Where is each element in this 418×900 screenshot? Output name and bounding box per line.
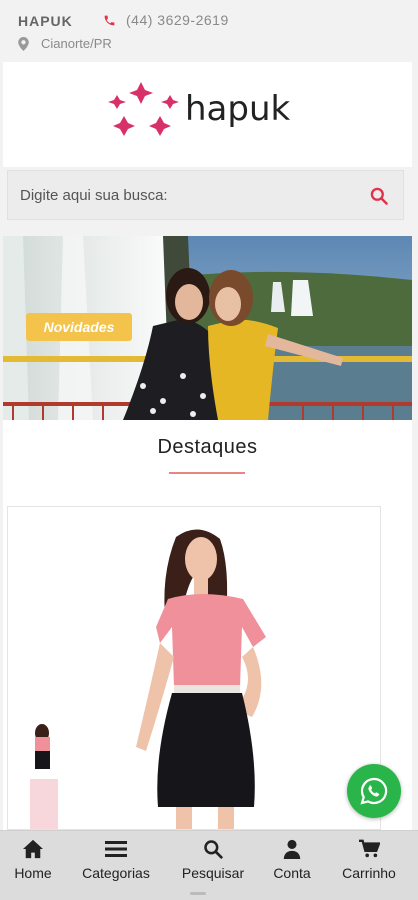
product-card[interactable] [7, 506, 381, 830]
location: Cianorte/PR [18, 36, 112, 51]
section-title: Destaques [157, 436, 258, 458]
nav-categorias-label: Categorias [82, 865, 150, 881]
search-icon [204, 840, 223, 859]
nav-home[interactable]: Home [10, 839, 56, 881]
nav-conta-label: Conta [273, 865, 311, 881]
thumbnail-1[interactable] [35, 724, 50, 769]
highlights-section: Destaques [3, 420, 412, 830]
logo-mark [108, 82, 179, 136]
brand-name: HAPUK [18, 13, 73, 29]
phone-number: (44) 3629-2619 [126, 12, 229, 28]
home-icon [23, 839, 43, 859]
banner-tag-novidades[interactable]: Novidades [26, 313, 132, 341]
nav-conta[interactable]: Conta [268, 839, 316, 881]
cart-icon [359, 839, 380, 858]
nav-carrinho-label: Carrinho [342, 865, 396, 881]
whatsapp-icon [360, 777, 388, 805]
nav-home-label: Home [14, 865, 52, 881]
menu-icon [105, 841, 127, 857]
location-text: Cianorte/PR [41, 36, 112, 51]
whatsapp-button[interactable] [347, 764, 401, 818]
nav-pesquisar[interactable]: Pesquisar [175, 839, 251, 881]
nav-carrinho[interactable]: Carrinho [333, 839, 405, 881]
logo-text: hapuk [185, 89, 291, 129]
nav-pesquisar-label: Pesquisar [181, 865, 245, 881]
hapuk-logo[interactable]: hapuk [106, 80, 311, 144]
search-icon[interactable] [369, 186, 389, 206]
bottom-nav: Home Categorias Pesquisar Conta Carrinho [0, 830, 418, 900]
home-indicator [190, 892, 206, 895]
search-input[interactable] [20, 186, 360, 204]
phone-icon [104, 15, 115, 25]
nav-categorias[interactable]: Categorias [74, 839, 158, 881]
search-bar [7, 170, 404, 220]
promo-banner[interactable]: Novidades [3, 236, 412, 420]
phone-link[interactable]: (44) 3629-2619 [103, 12, 229, 28]
user-icon [283, 839, 301, 859]
title-underline [169, 472, 245, 474]
product-image [8, 507, 380, 830]
thumbnail-2[interactable] [30, 779, 58, 830]
map-pin-icon [18, 36, 29, 51]
top-info-bar: HAPUK (44) 3629-2619 Cianorte/PR [0, 0, 418, 62]
logo-area: hapuk [3, 62, 412, 167]
